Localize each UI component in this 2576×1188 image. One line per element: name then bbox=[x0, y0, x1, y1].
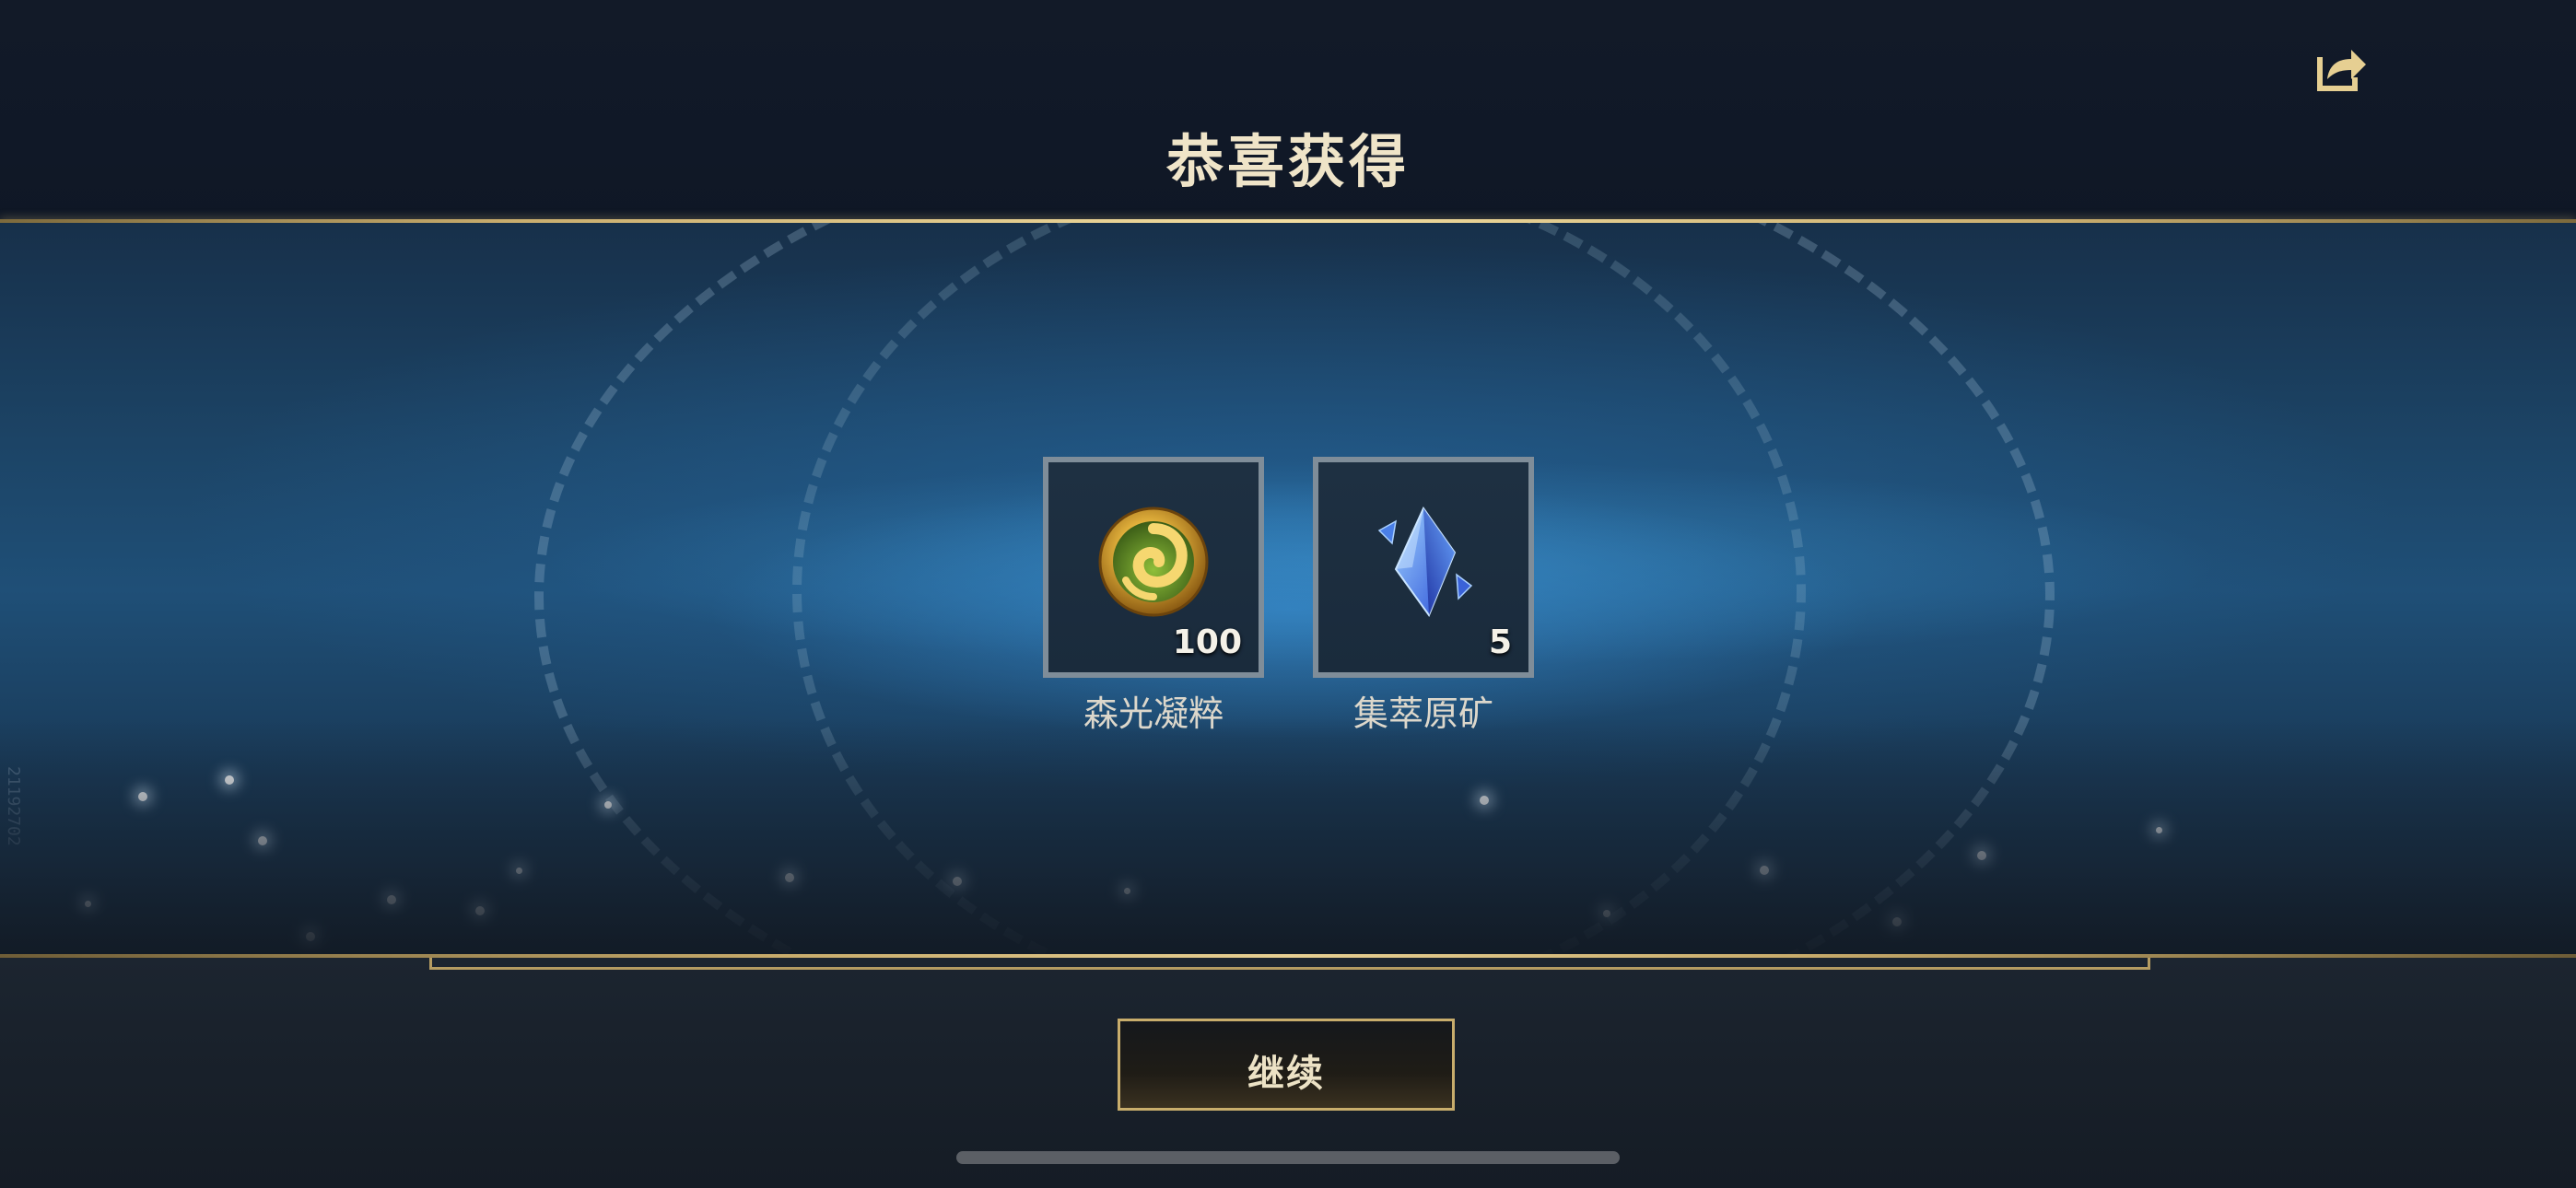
golden-swirl-emblem-icon bbox=[1098, 507, 1209, 617]
header: 恭喜获得 bbox=[0, 0, 2576, 221]
light-particle bbox=[953, 877, 962, 886]
sky-background: 21192702 bbox=[0, 223, 2576, 958]
reward-count: 100 bbox=[1172, 623, 1242, 661]
light-particle bbox=[604, 801, 612, 809]
light-particle bbox=[1892, 917, 1902, 926]
reward-box: 5 bbox=[1313, 457, 1534, 678]
light-particle bbox=[138, 792, 147, 801]
reward-item[interactable]: 5 集萃原矿 bbox=[1313, 457, 1534, 734]
share-icon bbox=[2317, 50, 2366, 91]
reward-name: 森光凝粹 bbox=[1083, 693, 1224, 734]
light-particle bbox=[387, 895, 396, 904]
reward-box: 100 bbox=[1043, 457, 1264, 678]
light-particle bbox=[1124, 888, 1130, 894]
light-particle bbox=[85, 901, 91, 907]
decorative-ring-inner bbox=[792, 223, 1806, 958]
reward-item[interactable]: 100 森光凝粹 bbox=[1043, 457, 1264, 734]
share-button[interactable] bbox=[2314, 44, 2368, 94]
light-particle bbox=[1603, 910, 1610, 917]
light-particle bbox=[1977, 851, 1986, 860]
light-particle bbox=[516, 868, 522, 874]
light-particle bbox=[475, 906, 485, 915]
side-watermark-code: 21192702 bbox=[4, 766, 23, 846]
blue-crystal-icon bbox=[1377, 507, 1473, 618]
home-indicator[interactable] bbox=[956, 1151, 1620, 1164]
reward-name: 集萃原矿 bbox=[1352, 693, 1493, 734]
light-particle bbox=[2156, 827, 2162, 833]
light-particle bbox=[225, 775, 234, 785]
footer-frame bbox=[429, 958, 2150, 970]
continue-button[interactable]: 继续 bbox=[1118, 1019, 1455, 1111]
light-particle bbox=[785, 873, 794, 882]
page-title: 恭喜获得 bbox=[1165, 128, 1410, 195]
light-particle bbox=[1480, 796, 1489, 805]
light-particle bbox=[306, 932, 315, 941]
continue-button-label: 继续 bbox=[1247, 1053, 1325, 1095]
reward-screen: 恭喜获得 21192702 100 森光凝粹 5 集萃原矿 继续 bbox=[0, 0, 2576, 1188]
light-particle bbox=[1760, 866, 1769, 875]
reward-count: 5 bbox=[1488, 623, 1512, 661]
light-particle bbox=[258, 836, 267, 845]
